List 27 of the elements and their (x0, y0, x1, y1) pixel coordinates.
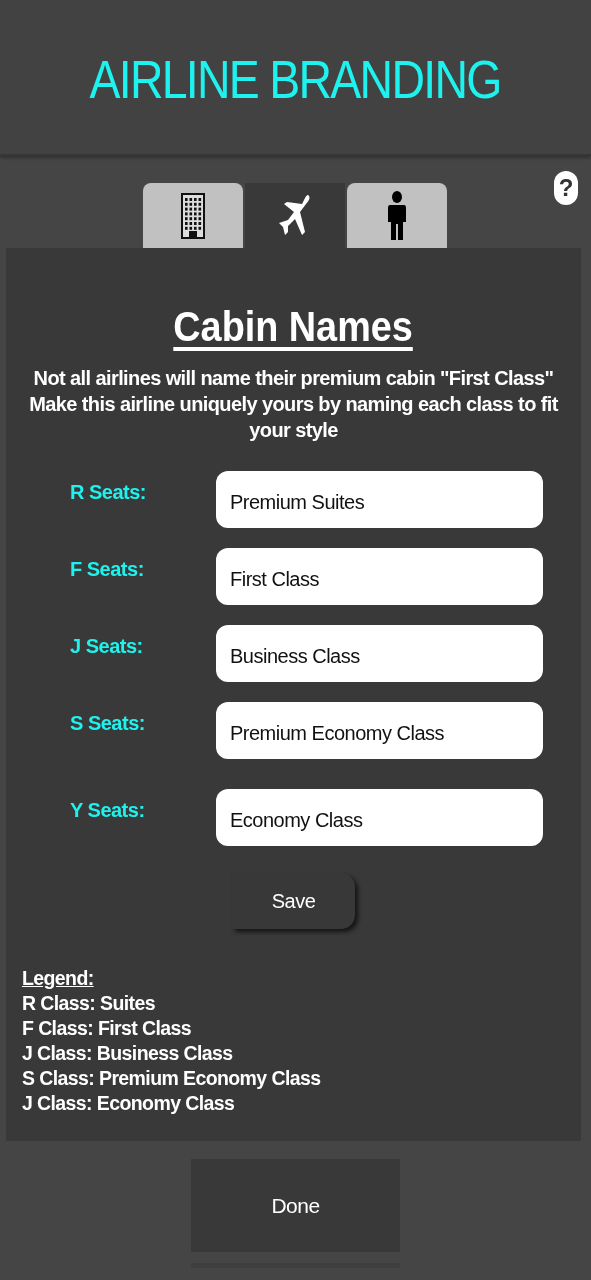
tab[interactable] (245, 183, 345, 248)
field-label: S Seats: (69, 712, 146, 735)
done-button[interactable]: Done (191, 1159, 400, 1252)
legend-line: J Class: Economy Class (22, 1091, 236, 1116)
input-field[interactable]: Economy Class (216, 789, 543, 846)
legend-line: J Class: Business Class (22, 1041, 234, 1066)
legend-heading: Legend: (22, 966, 95, 991)
field-label: F Seats: (69, 558, 145, 581)
building-icon (180, 191, 206, 240)
field-label: R Seats: (69, 481, 148, 504)
field-label: Y Seats: (69, 799, 146, 822)
tab[interactable] (143, 183, 243, 248)
input-field[interactable]: First Class (216, 548, 543, 605)
field-label: J Seats: (69, 635, 144, 658)
input-field[interactable]: Business Class (216, 625, 543, 682)
app-title: AIRLINE BRANDING (89, 48, 502, 110)
legend-line: F Class: First Class (22, 1016, 192, 1041)
input-field[interactable]: Premium Economy Class (216, 702, 543, 759)
help-button[interactable]: ? (554, 171, 578, 205)
tab[interactable] (347, 183, 447, 248)
legend-line: R Class: Suites (22, 991, 156, 1016)
save-button[interactable]: Save (232, 873, 355, 929)
description-text: Not all airlines will name their premium cabin "First Class" Make this airline uniquely yours by naming each class to fit your style (28, 366, 560, 443)
person-icon (387, 190, 407, 241)
legend-line: S Class: Premium Economy Class (22, 1066, 322, 1091)
input-field[interactable]: Premium Suites (216, 471, 543, 528)
section-title: Cabin Names (173, 303, 414, 351)
